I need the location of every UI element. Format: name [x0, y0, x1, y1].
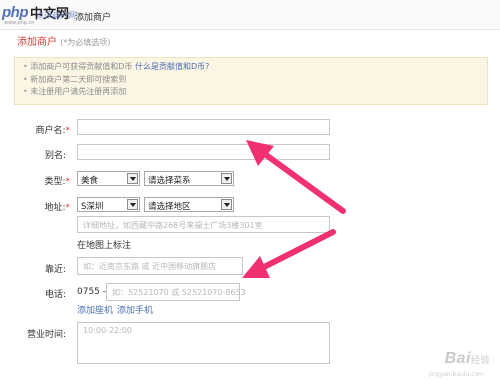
phone-placeholder: 如：52521070 或 52521070-8653	[112, 288, 246, 297]
page-title: 添加商户 (*为必填选项)	[17, 33, 110, 48]
breadcrumb-current: 添加商户	[75, 13, 112, 23]
business-name-label-text: 商户名:	[35, 126, 66, 136]
add-mobile-link[interactable]: 添加手机	[117, 303, 153, 316]
alias-input[interactable]	[77, 144, 330, 160]
cuisine-select-value: 请选择菜系	[148, 176, 191, 186]
chevron-down-icon[interactable]	[221, 199, 232, 210]
chevron-down-icon[interactable]	[221, 173, 232, 184]
page-title-text: 添加商户	[17, 37, 57, 48]
top-bar: php 中文网 www.php.cn 点评商户网 > 添加商户	[0, 0, 500, 30]
notice-item: 新加商户第二天即可搜索到	[23, 74, 487, 87]
required-mark: *	[65, 126, 71, 136]
nearby-input[interactable]: 如：近南京东路 或 近中国移动旗舰店	[77, 257, 243, 275]
category-select[interactable]: 美食	[77, 171, 140, 186]
city-select[interactable]: S深圳	[77, 197, 140, 212]
type-label: 类型:*	[10, 174, 70, 187]
watermark-suffix: 经验	[470, 355, 490, 365]
breadcrumb-separator: >	[64, 9, 72, 19]
watermark-text: Bai	[444, 350, 471, 367]
cuisine-select[interactable]: 请选择菜系	[144, 171, 234, 186]
address-label-text: 地址:	[44, 203, 66, 213]
notice-box: 添加商户可获得贡献值和D币 什么是贡献值和D币? 新加商户第二天即可搜索到 未注…	[14, 57, 488, 105]
alias-label: 别名:	[44, 151, 66, 161]
logo-mark: php	[2, 4, 29, 21]
category-select-value: 美食	[81, 176, 99, 186]
address-label: 地址:*	[10, 200, 70, 213]
chevron-down-icon[interactable]	[127, 173, 138, 184]
phone-label: 电话:	[44, 290, 66, 300]
area-code: 0755 -	[77, 287, 107, 297]
required-mark: *	[65, 177, 71, 187]
business-name-input[interactable]	[77, 119, 330, 135]
watermark-subtext: jingyan.baidu.com	[428, 371, 484, 378]
chevron-down-icon[interactable]	[127, 199, 138, 210]
type-label-text: 类型:	[44, 177, 66, 187]
business-hours-textarea[interactable]: 10:00-22:00	[77, 322, 330, 364]
logo-subtext: www.php.cn	[4, 20, 35, 26]
nearby-placeholder: 如：近南京东路 或 近中国移动旗舰店	[83, 262, 217, 271]
phone-input[interactable]: 如：52521070 或 52521070-8653	[106, 283, 246, 301]
nearby-label: 靠近:	[44, 265, 66, 275]
hours-placeholder: 10:00-22:00	[83, 326, 132, 335]
required-mark: *	[65, 203, 71, 213]
notice-text: 添加商户可获得贡献值和D币	[30, 62, 133, 71]
address-placeholder: 详细地址，如西藏中路268号来福士广场3楼301室	[83, 221, 263, 230]
baidu-watermark: Bai经验	[445, 350, 490, 368]
address-detail-input[interactable]: 详细地址，如西藏中路268号来福士广场3楼301室	[77, 216, 330, 233]
mark-on-map-link[interactable]: 在地图上标注	[77, 238, 131, 251]
district-select[interactable]: 请选择地区	[144, 197, 234, 212]
hours-label: 营业时间:	[26, 330, 66, 340]
business-name-label: 商户名:*	[10, 123, 70, 136]
district-select-value: 请选择地区	[148, 202, 191, 212]
arrow-to-nearby-input	[242, 229, 336, 278]
required-hint: (*为必填选项)	[60, 38, 111, 47]
notice-item: 添加商户可获得贡献值和D币 什么是贡献值和D币?	[23, 61, 487, 74]
contribution-help-link[interactable]: 什么是贡献值和D币?	[135, 62, 209, 71]
add-landline-link[interactable]: 添加座机	[77, 303, 113, 316]
notice-item: 未注册用户请先注册再添加	[23, 86, 487, 99]
city-select-value: S深圳	[81, 202, 104, 212]
